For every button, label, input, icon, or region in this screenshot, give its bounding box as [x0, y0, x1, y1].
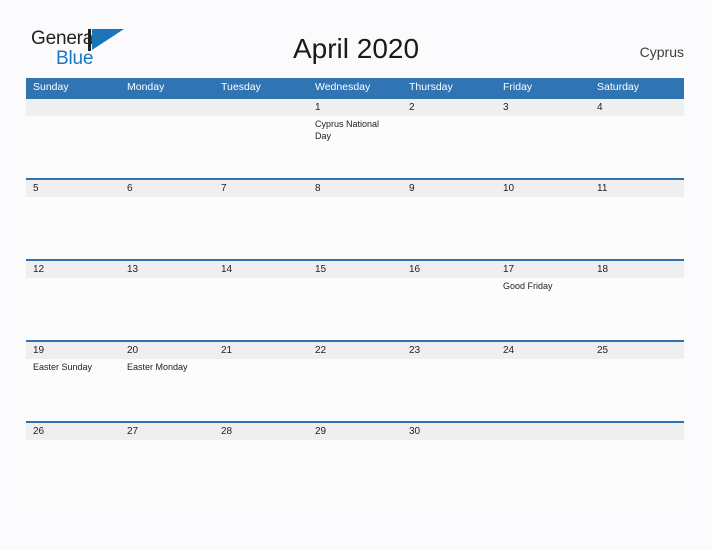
day-event: Easter Sunday: [33, 362, 93, 372]
day-cell[interactable]: [120, 99, 214, 178]
day-cell[interactable]: 7: [214, 180, 308, 259]
day-cell[interactable]: 21: [214, 342, 308, 421]
calendar-week-row: 5 6 7 8 9 10 11: [26, 178, 684, 259]
day-cell[interactable]: 11: [590, 180, 684, 259]
day-cell[interactable]: 1 Cyprus National Day: [308, 99, 402, 178]
calendar-week-row: 12 13 14 15 16 17 Good Friday 18: [26, 259, 684, 340]
day-cell[interactable]: 17 Good Friday: [496, 261, 590, 340]
day-event: Easter Monday: [127, 362, 188, 372]
day-number: 12: [33, 264, 45, 275]
day-cell[interactable]: [214, 99, 308, 178]
day-cell[interactable]: 24: [496, 342, 590, 421]
day-number: 16: [409, 264, 421, 275]
day-cell[interactable]: 19 Easter Sunday: [26, 342, 120, 421]
day-cell[interactable]: 22: [308, 342, 402, 421]
day-number: 21: [221, 345, 233, 356]
day-number: 1: [315, 102, 321, 113]
day-cell[interactable]: 18: [590, 261, 684, 340]
day-number: 30: [409, 426, 421, 437]
day-cell[interactable]: 16: [402, 261, 496, 340]
day-number: 24: [503, 345, 515, 356]
day-cell[interactable]: 28: [214, 423, 308, 502]
day-cell[interactable]: 9: [402, 180, 496, 259]
weekday-header-row: Sunday Monday Tuesday Wednesday Thursday…: [26, 78, 684, 97]
day-number: 20: [127, 345, 139, 356]
day-number: 29: [315, 426, 327, 437]
day-number: 22: [315, 345, 327, 356]
day-number: 8: [315, 183, 321, 194]
day-number: 26: [33, 426, 45, 437]
day-number: 25: [597, 345, 609, 356]
day-number: 23: [409, 345, 421, 356]
day-cell[interactable]: [590, 423, 684, 502]
day-cell[interactable]: [496, 423, 590, 502]
weekday-header-monday: Monday: [127, 81, 165, 93]
calendar-week-row: 19 Easter Sunday 20 Easter Monday 21 22 23…: [26, 340, 684, 421]
day-cell[interactable]: 29: [308, 423, 402, 502]
day-cell[interactable]: 6: [120, 180, 214, 259]
country-label: Cyprus: [639, 44, 684, 60]
day-cell[interactable]: 14: [214, 261, 308, 340]
day-cell[interactable]: 23: [402, 342, 496, 421]
day-number: 14: [221, 264, 233, 275]
day-number: 19: [33, 345, 45, 356]
calendar-week-row: 26 27 28 29 30: [26, 421, 684, 502]
day-number: 9: [409, 183, 415, 194]
day-number: 10: [503, 183, 515, 194]
day-number: 2: [409, 102, 415, 113]
calendar-week-row: 1 Cyprus National Day 2 3 4: [26, 97, 684, 178]
day-cell[interactable]: 4: [590, 99, 684, 178]
weekday-header-wednesday: Wednesday: [315, 81, 371, 93]
day-number: 5: [33, 183, 39, 194]
day-number: 15: [315, 264, 327, 275]
day-cell[interactable]: 15: [308, 261, 402, 340]
weekday-header-thursday: Thursday: [409, 81, 453, 93]
weekday-header-friday: Friday: [503, 81, 533, 93]
weekday-header-sunday: Sunday: [33, 81, 69, 93]
page-header: General Blue April 2020 Cyprus: [0, 0, 712, 78]
day-number: 28: [221, 426, 233, 437]
day-cell[interactable]: 27: [120, 423, 214, 502]
day-cell[interactable]: [26, 99, 120, 178]
day-event: Good Friday: [503, 281, 553, 291]
day-number: 17: [503, 264, 515, 275]
day-cell[interactable]: 13: [120, 261, 214, 340]
day-number: 27: [127, 426, 139, 437]
day-cell[interactable]: 20 Easter Monday: [120, 342, 214, 421]
day-cell[interactable]: 10: [496, 180, 590, 259]
day-cell[interactable]: 12: [26, 261, 120, 340]
day-cell[interactable]: 30: [402, 423, 496, 502]
day-cell[interactable]: 2: [402, 99, 496, 178]
day-number: 7: [221, 183, 227, 194]
day-number: 11: [597, 183, 608, 194]
calendar-page: General Blue April 2020 Cyprus Sunday Mo…: [0, 0, 712, 550]
day-number: 18: [597, 264, 609, 275]
day-number: 13: [127, 264, 139, 275]
page-title: April 2020: [292, 33, 420, 64]
day-cell[interactable]: 5: [26, 180, 120, 259]
weekday-header-tuesday: Tuesday: [221, 81, 261, 93]
day-cell[interactable]: 26: [26, 423, 120, 502]
day-cell[interactable]: 25: [590, 342, 684, 421]
day-number: 4: [597, 102, 603, 113]
day-number: 6: [127, 183, 133, 194]
day-cell[interactable]: 3: [496, 99, 590, 178]
calendar-grid: Sunday Monday Tuesday Wednesday Thursday…: [26, 78, 684, 502]
day-cell[interactable]: 8: [308, 180, 402, 259]
weekday-header-saturday: Saturday: [597, 81, 640, 93]
day-number: 3: [503, 102, 509, 113]
day-event: Cyprus National Day: [315, 119, 380, 141]
